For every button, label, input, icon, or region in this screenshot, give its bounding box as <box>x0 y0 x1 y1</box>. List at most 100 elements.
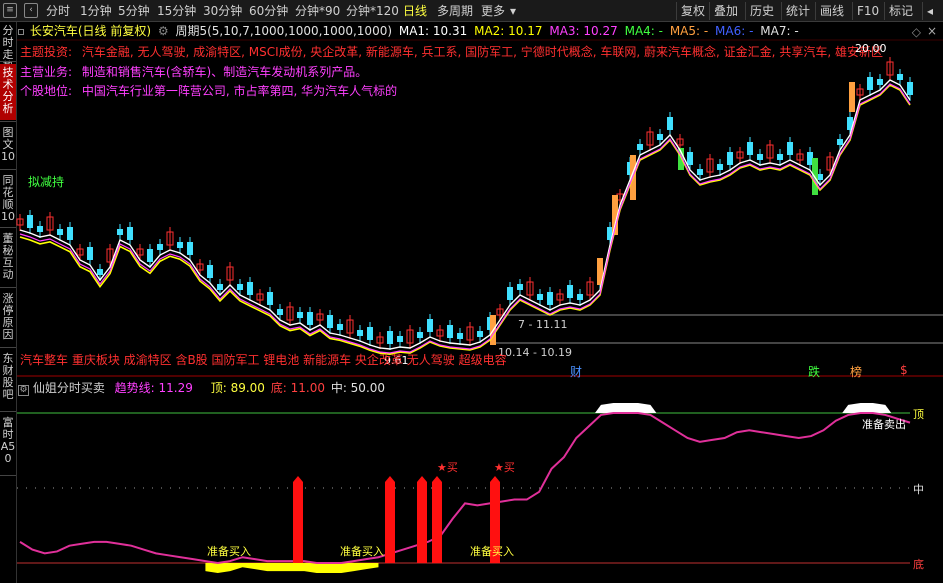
candle-body <box>387 331 393 344</box>
theme-label: 主题投资: <box>20 45 73 59</box>
buy-signal-bar-tip <box>385 476 395 482</box>
ma1-line <box>19 79 911 350</box>
event-marker-cai[interactable]: 财 <box>570 363 582 380</box>
candle-body <box>837 139 843 145</box>
position-text: 中国汽车行业第一阵营公司, 市占率第四, 华为汽车人气标的 <box>81 84 398 98</box>
candle-body <box>727 152 733 165</box>
range2-label: 10.14 - 10.19 <box>498 346 572 359</box>
candle-body <box>297 312 303 318</box>
price-high-label: 20.00 <box>855 42 887 55</box>
buy-signal-bar <box>417 482 427 563</box>
candle-body <box>87 247 93 260</box>
candle-body <box>577 294 583 300</box>
candle-body <box>187 242 193 255</box>
bottom-zone-fill <box>205 563 379 573</box>
position-info: 个股地位: 中国汽车行业第一阵营公司, 市占率第四, 华为汽车人气标的 <box>20 82 397 99</box>
candle-body <box>37 226 43 232</box>
business-text: 制造和销售汽车(含轿车)、制造汽车发动机系列产品。 <box>81 65 368 79</box>
mid-label: 中: 50.00 <box>330 381 386 395</box>
right-bottom-label: 底 <box>913 558 924 571</box>
candle-body <box>747 142 753 155</box>
reduce-holding-label: 拟减持 <box>28 175 65 189</box>
candle-body <box>267 292 273 305</box>
trend-line <box>19 412 911 565</box>
candle-body <box>217 284 223 290</box>
candle-body <box>637 144 643 150</box>
candle-body <box>127 227 133 240</box>
right-top-label: 顶 <box>913 408 924 421</box>
candle-body <box>777 154 783 160</box>
candle-body <box>247 282 253 295</box>
candle-body <box>787 142 793 155</box>
buy-star-label-2: ★买 <box>494 461 515 474</box>
candle-body <box>867 77 873 90</box>
position-label: 个股地位: <box>20 84 73 98</box>
ma3-line <box>19 83 911 354</box>
top-zone-fill <box>842 403 892 413</box>
candle-body <box>57 229 63 235</box>
event-marker-bang[interactable]: 榜 <box>850 363 862 380</box>
candle-body <box>147 249 153 262</box>
candle-body <box>307 312 313 325</box>
candle-body <box>97 269 103 275</box>
candle-body <box>877 79 883 85</box>
candle-body <box>537 294 543 300</box>
right-mid-label: 中 <box>913 483 924 496</box>
buy-signal-bar <box>432 482 442 563</box>
buy-signal-bar-tip <box>490 476 500 482</box>
event-marker-die[interactable]: 跌 <box>808 363 820 380</box>
candle-body <box>27 215 33 228</box>
candle-body <box>517 284 523 290</box>
candle-body <box>237 284 243 290</box>
business-label: 主营业务: <box>20 65 73 79</box>
candle-body <box>397 336 403 342</box>
sector-tags: 汽车整车 重庆板块 成渝特区 含B股 国防军工 锂电池 新能源车 央企改革 无人… <box>20 353 507 367</box>
candle-body <box>507 287 513 300</box>
candle-body <box>367 327 373 340</box>
candle-body <box>177 242 183 248</box>
sell-signal-label: 准备卖出 <box>862 418 906 431</box>
bottom-label: 底: 11.00 <box>270 381 325 395</box>
candle-body <box>327 315 333 328</box>
theme-info: 主题投资: 汽车金融, 无人驾驶, 成渝特区, MSCI成份, 央企改革, 新能… <box>20 43 883 60</box>
candle-body <box>277 309 283 315</box>
candle-body <box>357 330 363 336</box>
candle-body <box>657 134 663 140</box>
highlight-candle <box>849 82 855 112</box>
candle-body <box>157 244 163 250</box>
candle-body <box>567 285 573 298</box>
candle-body <box>717 164 723 170</box>
buy-signal-bar-tip <box>432 476 442 482</box>
candle-body <box>117 229 123 235</box>
candle-body <box>477 331 483 337</box>
candle-body <box>457 333 463 339</box>
buy-signal-label-2: 准备买入 <box>340 545 384 558</box>
ma2-line <box>19 84 911 355</box>
subchart-title[interactable]: 仙姐分时买卖 <box>33 381 105 395</box>
buy-signal-bar-tip <box>417 476 427 482</box>
candle-body <box>447 325 453 338</box>
subchart-header: ⚙ 仙姐分时买卖 趋势线: 11.29 顶: 89.00 底: 11.00 中:… <box>18 379 386 396</box>
buy-star-label-1: ★买 <box>437 461 458 474</box>
candle-body <box>207 265 213 278</box>
buy-signal-bar <box>293 482 303 563</box>
event-marker-dollar[interactable]: $ <box>900 363 908 377</box>
business-info: 主营业务: 制造和销售汽车(含轿车)、制造汽车发动机系列产品。 <box>20 63 367 80</box>
candle-body <box>67 227 73 240</box>
buy-signal-bar <box>385 482 395 563</box>
theme-text: 汽车金融, 无人驾驶, 成渝特区, MSCI成份, 央企改革, 新能源车, 兵工… <box>81 45 883 59</box>
candle-body <box>697 169 703 175</box>
buy-signal-label-3: 准备买入 <box>470 545 514 558</box>
buy-signal-bar-tip <box>293 476 303 482</box>
buy-signal-label-1: 准备买入 <box>207 545 251 558</box>
trend-label: 趋势线: 11.29 <box>114 381 193 395</box>
candle-body <box>687 152 693 165</box>
top-label: 顶: 89.00 <box>210 381 265 395</box>
candle-body <box>907 82 913 95</box>
candle-body <box>427 319 433 332</box>
top-zone-fill <box>594 403 657 413</box>
candle-body <box>547 292 553 305</box>
subchart-gear-icon[interactable]: ⚙ <box>18 385 29 396</box>
candle-body <box>667 117 673 130</box>
candle-body <box>417 332 423 338</box>
